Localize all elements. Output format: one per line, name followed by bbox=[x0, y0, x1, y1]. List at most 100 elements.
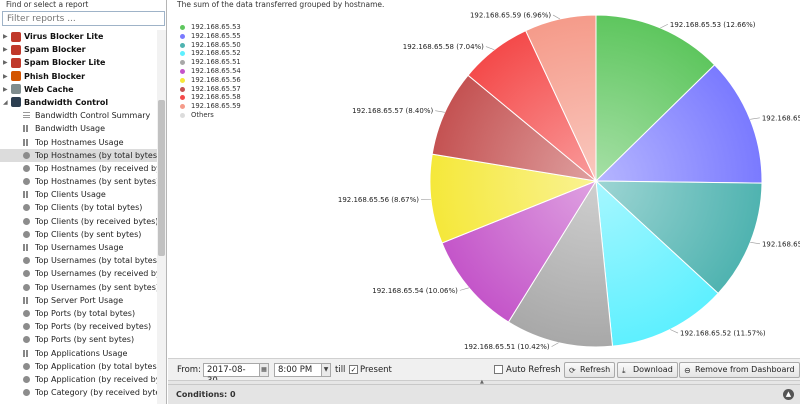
bar-chart-icon bbox=[23, 125, 30, 133]
legend-item[interactable]: 192.168.65.50 bbox=[180, 41, 241, 50]
report-tree-item[interactable]: Top Usernames (by total bytes) bbox=[0, 254, 157, 267]
legend-swatch bbox=[180, 25, 185, 30]
report-tree-item[interactable]: Top Clients Usage bbox=[0, 188, 157, 201]
legend-label: 192.168.65.50 bbox=[191, 40, 241, 49]
report-tree-item[interactable]: Top Hostnames (by sent bytes) bbox=[0, 175, 157, 188]
report-tree-item[interactable]: Top Application (by received bytes) bbox=[0, 373, 157, 386]
pie-chart-icon bbox=[23, 164, 30, 172]
pie-chart-icon bbox=[23, 336, 30, 344]
report-tree-item[interactable]: Top Hostnames (by received byte... bbox=[0, 162, 157, 175]
legend-label: 192.168.65.57 bbox=[191, 84, 241, 93]
download-icon: ⤓ bbox=[622, 366, 626, 375]
app-tree-node[interactable]: ▶ Web Cache bbox=[0, 83, 157, 96]
legend-swatch bbox=[180, 51, 185, 57]
report-tree-item[interactable]: Top Hostnames Usage bbox=[0, 136, 157, 149]
report-tree-item[interactable]: Top Ports (by sent bytes) bbox=[0, 333, 157, 346]
reports-sidebar: Find or select a report ▶ Virus Blocker L… bbox=[0, 0, 167, 404]
filter-reports-input[interactable] bbox=[2, 11, 165, 26]
auto-refresh-label: Auto Refresh bbox=[506, 365, 561, 375]
report-item-label: Top Clients (by sent bytes) bbox=[35, 229, 142, 239]
report-tree-item[interactable]: Top Application (by total bytes) bbox=[0, 360, 157, 373]
report-item-label: Top Clients (by total bytes) bbox=[35, 203, 143, 213]
legend-label: Others bbox=[191, 110, 214, 119]
legend-item[interactable]: 192.168.65.52 bbox=[180, 49, 241, 58]
legend-item[interactable]: 192.168.65.56 bbox=[180, 76, 241, 85]
sidebar-scrollbar-thumb[interactable] bbox=[158, 100, 165, 256]
legend-item[interactable]: 192.168.65.53 bbox=[180, 23, 241, 32]
report-tree-item[interactable]: Top Clients (by sent bytes) bbox=[0, 228, 157, 241]
app-tree-node[interactable]: ◢ Bandwidth Control bbox=[0, 96, 157, 109]
expand-arrow-icon[interactable]: ▶ bbox=[3, 83, 8, 96]
app-node-label: Spam Blocker bbox=[24, 45, 86, 55]
slice-data-label: 192.168.65.56 (8.67%) bbox=[338, 196, 419, 204]
app-icon bbox=[11, 31, 21, 42]
remove-from-dashboard-button[interactable]: ⊖ Remove from Dashboard bbox=[679, 362, 800, 378]
report-tree-item[interactable]: Top Server Port Usage bbox=[0, 294, 157, 307]
report-tree-item[interactable]: Top Usernames Usage bbox=[0, 241, 157, 254]
report-tree-item[interactable]: Top Ports (by total bytes) bbox=[0, 307, 157, 320]
pie-chart-icon bbox=[23, 217, 30, 225]
slice-label-connector bbox=[551, 342, 559, 347]
app-node-label: Spam Blocker Lite bbox=[24, 58, 106, 68]
legend-item[interactable]: 192.168.65.54 bbox=[180, 67, 241, 76]
from-time-field[interactable]: 8:00 PM bbox=[274, 363, 322, 377]
legend-item[interactable]: 192.168.65.58 bbox=[180, 93, 241, 102]
calendar-icon[interactable]: ▦ bbox=[259, 363, 269, 377]
legend-swatch bbox=[180, 77, 185, 83]
legend-item[interactable]: 192.168.65.55 bbox=[180, 32, 241, 41]
report-tree-item[interactable]: Top Hostnames (by total bytes) bbox=[0, 148, 157, 162]
refresh-button[interactable]: ⟳ Refresh bbox=[564, 362, 616, 378]
report-tree-item[interactable]: Top Applications Usage bbox=[0, 347, 157, 360]
bar-chart-icon bbox=[23, 138, 30, 146]
app-tree-node[interactable]: ▶ Spam Blocker bbox=[0, 43, 157, 56]
app-icon bbox=[11, 57, 21, 68]
report-item-label: Top Clients (by received bytes) bbox=[35, 216, 157, 226]
report-item-label: Top Usernames (by received bytes) bbox=[35, 269, 157, 279]
report-tree-item[interactable]: Top Clients (by received bytes) bbox=[0, 215, 157, 228]
report-item-label: Top Category (by received bytes) bbox=[35, 388, 157, 398]
pie-chart-icon bbox=[23, 375, 30, 383]
from-date-field[interactable]: 2017-08-30 bbox=[203, 363, 260, 386]
app-icon bbox=[11, 97, 21, 108]
app-tree-node[interactable]: ▶ Virus Blocker Lite bbox=[0, 30, 157, 43]
expand-arrow-icon[interactable]: ▶ bbox=[3, 30, 8, 43]
expand-arrow-icon[interactable]: ▶ bbox=[3, 43, 8, 56]
legend-item[interactable]: Others bbox=[180, 111, 241, 120]
present-checkbox[interactable]: ✓ bbox=[349, 365, 358, 374]
report-tree-item[interactable]: Top Usernames (by sent bytes) bbox=[0, 281, 157, 294]
expand-toggle-icon[interactable]: ▲ bbox=[783, 389, 794, 400]
download-button[interactable]: ⤓ Download bbox=[617, 362, 678, 378]
slice-data-label: 192.168.65.51 (10.42%) bbox=[464, 343, 550, 351]
report-tree-item[interactable]: Top Ports (by received bytes) bbox=[0, 320, 157, 333]
report-tree-item[interactable]: Top Clients (by total bytes) bbox=[0, 201, 157, 214]
pie-chart-icon bbox=[23, 323, 30, 331]
slice-data-label: 192.168.65.53 (12.66%) bbox=[670, 21, 756, 29]
conditions-panel-header[interactable]: Conditions: 0 ▲ bbox=[168, 384, 800, 404]
auto-refresh-checkbox[interactable] bbox=[494, 365, 503, 374]
expand-arrow-icon[interactable]: ▶ bbox=[3, 70, 8, 83]
app-tree-node[interactable]: ▶ Phish Blocker bbox=[0, 70, 157, 83]
legend-label: 192.168.65.58 bbox=[191, 93, 241, 102]
report-tree-item[interactable]: Bandwidth Control Summary bbox=[0, 109, 157, 122]
pie-chart: 192.168.65.53 (12.66%) 192.168.65.55 (12.… bbox=[338, 12, 800, 352]
pie-chart-icon bbox=[23, 283, 30, 291]
report-tree-item[interactable]: Bandwidth Usage bbox=[0, 122, 157, 135]
app-node-label: Bandwidth Control bbox=[24, 97, 109, 107]
legend-item[interactable]: 192.168.65.59 bbox=[180, 102, 241, 111]
expand-arrow-icon[interactable]: ▶ bbox=[3, 56, 8, 69]
app-tree-node[interactable]: ▶ Spam Blocker Lite bbox=[0, 56, 157, 69]
legend-item[interactable]: 192.168.65.51 bbox=[180, 58, 241, 67]
remove-button-label: Remove from Dashboard bbox=[695, 365, 795, 374]
legend-swatch bbox=[180, 68, 185, 74]
slice-label-connector bbox=[435, 110, 445, 113]
report-tree-item[interactable]: Top Usernames (by received bytes) bbox=[0, 267, 157, 280]
refresh-button-label: Refresh bbox=[580, 365, 611, 374]
collapse-arrow-icon[interactable]: ◢ bbox=[3, 96, 8, 109]
till-label: till bbox=[335, 365, 346, 375]
legend-item[interactable]: 192.168.65.57 bbox=[180, 85, 241, 94]
time-dropdown-icon[interactable]: ▼ bbox=[321, 363, 331, 377]
chart-legend: 192.168.65.53 192.168.65.55 192.168.65.50 1… bbox=[180, 23, 241, 120]
report-tree-item[interactable]: Top Category (by received bytes) bbox=[0, 386, 157, 399]
slice-label-connector bbox=[750, 117, 760, 120]
report-item-label: Top Ports (by received bytes) bbox=[35, 322, 152, 332]
